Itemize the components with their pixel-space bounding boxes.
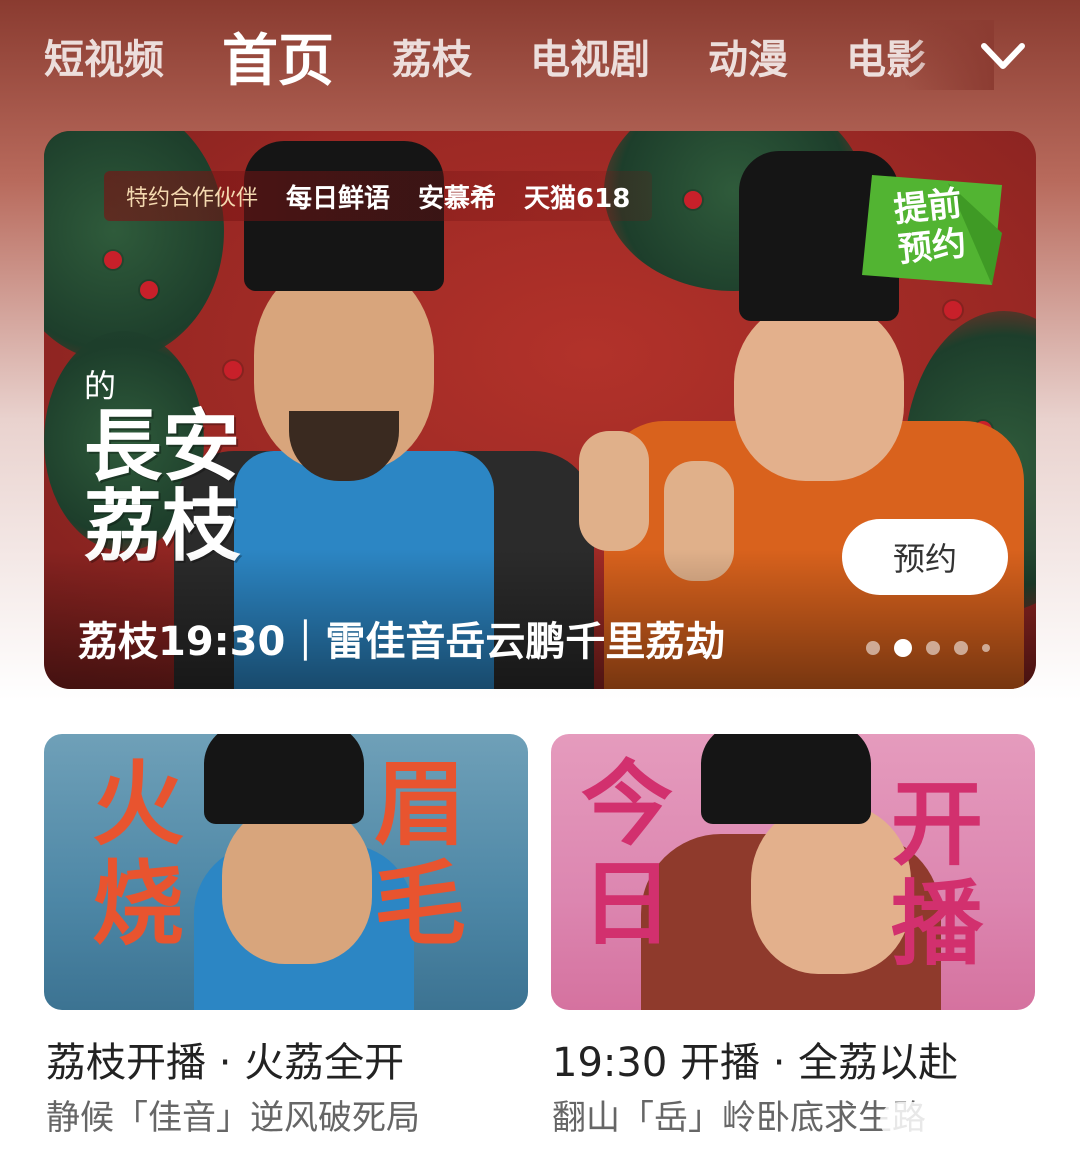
lychee-berry	[104, 251, 122, 269]
sponsor-bar: 特约合作伙伴 每日鲜语 安慕希 天猫618	[104, 171, 653, 221]
tab-short-video[interactable]: 短视频	[44, 27, 164, 85]
video-card-right[interactable]: 今日 开播	[551, 734, 1035, 1010]
sponsor-logo: 安慕希	[418, 183, 497, 214]
pagination-dot[interactable]	[866, 641, 880, 655]
actor-hat	[701, 734, 871, 824]
art-text-right: 眉毛	[374, 750, 467, 958]
tab-home[interactable]: 首页	[222, 26, 334, 87]
card-title-left[interactable]: 荔枝开播 · 火荔全开	[46, 1030, 404, 1088]
art-text-left: 火烧	[92, 750, 185, 958]
early-reserve-badge[interactable]: 提前预约	[852, 165, 1002, 295]
title-line-1: 長安	[84, 401, 241, 492]
sponsor-label: 特约合作伙伴	[126, 186, 259, 211]
art-text-right: 开播	[891, 770, 984, 978]
actor-face	[751, 804, 911, 974]
pagination-dot[interactable]	[954, 641, 968, 655]
lychee-berry	[944, 301, 962, 319]
tab-lychee[interactable]: 荔枝	[392, 27, 472, 85]
sponsor-logo: 每日鲜语	[286, 183, 391, 214]
drama-title-logo: 的 長安 荔枝	[84, 361, 240, 567]
actor-hat	[204, 734, 364, 824]
badge-text: 提前预约	[892, 183, 968, 271]
video-card-left[interactable]: 火烧 眉毛	[44, 734, 528, 1010]
top-nav: 短视频 首页 荔枝 电视剧 动漫 电影	[0, 0, 1080, 110]
lychee-berry	[684, 191, 702, 209]
watermark-overlay	[880, 1102, 1030, 1140]
tab-tv-series[interactable]: 电视剧	[530, 27, 650, 85]
actor-face	[222, 804, 372, 964]
foliage	[44, 131, 224, 361]
tab-anime[interactable]: 动漫	[708, 27, 788, 85]
hero-caption: 荔枝19:30｜雷佳音岳云鹏千里荔劫	[78, 619, 726, 665]
sponsor-logo: 天猫618	[524, 183, 631, 214]
pagination-dot[interactable]	[982, 644, 990, 652]
nav-tabs: 短视频 首页 荔枝 电视剧 动漫 电影	[44, 26, 984, 87]
pagination-dot-active[interactable]	[894, 639, 912, 657]
card-subtitle-right: 翻山「岳」岭卧底求生路	[552, 1098, 926, 1138]
card-title-right[interactable]: 19:30 开播 · 全荔以赴	[552, 1030, 958, 1088]
art-text-left: 今日	[581, 750, 674, 958]
chevron-down-icon[interactable]	[980, 36, 1026, 76]
lychee-berry	[140, 281, 158, 299]
card-subtitle-left: 静候「佳音」逆风破死局	[46, 1098, 420, 1138]
pagination-dot[interactable]	[926, 641, 940, 655]
carousel-pagination[interactable]	[866, 639, 990, 657]
hero-banner[interactable]: 特约合作伙伴 每日鲜语 安慕希 天猫618 提前预约 的 長安 荔枝 预约 荔枝…	[44, 131, 1036, 689]
reserve-button[interactable]: 预约	[842, 519, 1008, 595]
